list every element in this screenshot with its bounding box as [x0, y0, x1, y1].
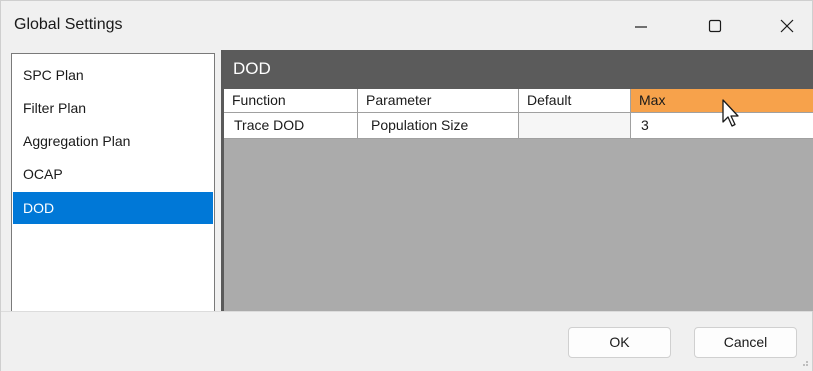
- column-header-parameter[interactable]: Parameter: [358, 89, 519, 113]
- grid-empty-area: [224, 139, 813, 311]
- title-bar[interactable]: Global Settings: [1, 1, 812, 50]
- sidebar-item-filter-plan[interactable]: Filter Plan: [13, 92, 213, 124]
- parameters-grid: Function Parameter Default Max Trace DOD…: [224, 89, 813, 311]
- sidebar-item-ocap[interactable]: OCAP: [13, 158, 213, 190]
- column-header-default[interactable]: Default: [519, 89, 631, 113]
- cell-function[interactable]: Trace DOD: [224, 113, 358, 139]
- window-title: Global Settings: [14, 16, 123, 33]
- global-settings-dialog: Global Settings SPC Plan Filter Plan Agg…: [0, 0, 813, 371]
- minimize-icon: [635, 25, 647, 28]
- ok-button[interactable]: OK: [568, 327, 671, 358]
- table-row[interactable]: Trace DOD Population Size 3: [224, 113, 813, 139]
- sidebar-item-spc-plan[interactable]: SPC Plan: [13, 59, 213, 91]
- settings-category-list: SPC Plan Filter Plan Aggregation Plan OC…: [11, 53, 215, 312]
- column-header-max[interactable]: Max: [631, 89, 813, 113]
- grid-header-row: Function Parameter Default Max: [224, 89, 813, 113]
- resize-grip-icon[interactable]: [799, 357, 809, 367]
- minimize-button[interactable]: [615, 1, 667, 50]
- maximize-button[interactable]: [689, 1, 741, 50]
- cell-default[interactable]: [519, 113, 631, 139]
- panel-title: DOD: [224, 50, 813, 89]
- cell-parameter[interactable]: Population Size: [358, 113, 519, 139]
- sidebar-item-aggregation-plan[interactable]: Aggregation Plan: [13, 125, 213, 157]
- sidebar-item-dod[interactable]: DOD: [13, 192, 213, 224]
- dialog-footer: OK Cancel: [1, 311, 812, 371]
- close-button[interactable]: [761, 1, 813, 50]
- settings-content-panel: DOD Function Parameter Default Max Trace…: [221, 50, 813, 311]
- cell-max[interactable]: 3: [631, 113, 813, 139]
- cancel-button[interactable]: Cancel: [694, 327, 797, 358]
- column-header-function[interactable]: Function: [224, 89, 358, 113]
- close-icon: [780, 19, 794, 32]
- maximize-icon: [708, 19, 722, 32]
